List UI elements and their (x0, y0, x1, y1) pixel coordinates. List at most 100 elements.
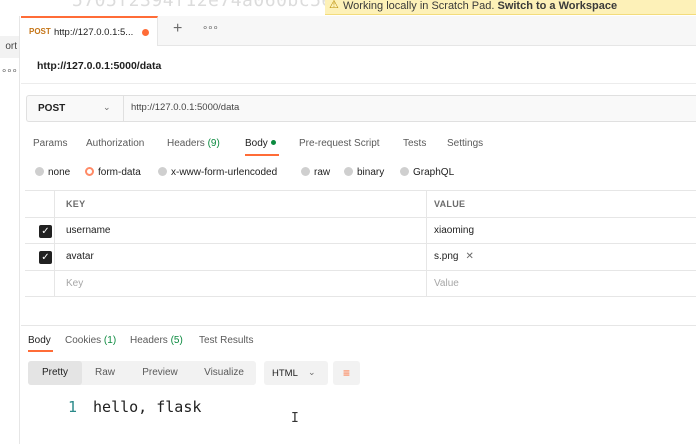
new-tab-plus-icon[interactable]: + (173, 20, 182, 38)
left-sidebar: ort ∘∘∘ (0, 16, 20, 444)
response-tab-body[interactable]: Body (28, 335, 51, 346)
headers-count: (9) (207, 138, 220, 149)
tab-params[interactable]: Params (33, 138, 67, 149)
column-header-key: KEY (56, 191, 427, 217)
form-data-table: KEY VALUE ✓ username xiaoming ✓ avatar s… (25, 190, 696, 297)
response-divider[interactable] (21, 325, 696, 326)
code-line: hello, flask (93, 398, 202, 416)
key-placeholder-input[interactable]: Key (56, 270, 427, 296)
radio-label: GraphQL (413, 167, 455, 178)
radio-none[interactable]: none (35, 167, 70, 178)
sidebar-label: ort (5, 41, 17, 52)
response-body-code[interactable]: 1 hello, flask (68, 398, 201, 416)
checkbox-checked-icon[interactable]: ✓ (39, 251, 52, 264)
tab-title: http://127.0.0.1:5... (54, 27, 134, 38)
row-check-cell: ✓ (25, 244, 55, 270)
radio-label: raw (314, 167, 331, 178)
switch-workspace-link[interactable]: Switch to a Workspace (497, 0, 617, 12)
remove-file-close-icon[interactable]: ✕ (465, 244, 473, 270)
sidebar-import-button[interactable]: ort (0, 36, 19, 58)
scratchpad-warning: ⚠ Working locally in Scratch Pad. Switch… (325, 0, 696, 15)
radio-circle-icon (35, 167, 44, 176)
view-raw-button[interactable]: Raw (82, 361, 128, 385)
radio-circle-icon (301, 167, 310, 176)
tab-label: Headers (130, 335, 168, 346)
format-value: HTML (272, 368, 298, 379)
response-tab-headers[interactable]: Headers (5) (130, 335, 183, 346)
url-bar: POST ⌄ (26, 95, 696, 122)
radio-graphql[interactable]: GraphQL (400, 167, 454, 178)
response-tab-cookies[interactable]: Cookies (1) (65, 335, 116, 346)
tab-settings[interactable]: Settings (447, 138, 483, 149)
table-row: ✓ username xiaoming (25, 217, 696, 244)
radio-circle-icon (344, 167, 353, 176)
unsaved-dot-icon[interactable] (142, 29, 149, 36)
tab-label: Params (33, 138, 68, 149)
tab-label: Settings (447, 138, 484, 149)
value-cell[interactable]: xiaoming (428, 218, 696, 244)
warning-text: Working locally in Scratch Pad. (343, 0, 495, 12)
table-row-empty: Key Value (25, 270, 696, 297)
radio-binary[interactable]: binary (344, 167, 384, 178)
radio-label: form-data (98, 167, 141, 178)
value-cell[interactable]: s.png ✕ (428, 244, 696, 270)
method-select[interactable]: POST ⌄ (27, 96, 124, 121)
radio-label: none (48, 167, 71, 178)
response-headers-count: (5) (170, 335, 183, 346)
column-header-value: VALUE (434, 199, 466, 209)
radio-raw[interactable]: raw (301, 167, 330, 178)
format-select[interactable]: HTML ⌄ (264, 361, 328, 385)
tab-label: Cookies (65, 335, 102, 346)
value-placeholder-input[interactable]: Value (428, 271, 696, 297)
tab-method: POST (29, 27, 51, 36)
tab-tests[interactable]: Tests (403, 138, 426, 149)
request-tab[interactable]: POST http://127.0.0.1:5... (21, 16, 158, 46)
radio-circle-icon (158, 167, 167, 176)
key-cell[interactable]: avatar (56, 244, 427, 270)
text-cursor-icon: I (291, 411, 299, 426)
row-check-cell: ✓ (25, 217, 55, 243)
checkbox-checked-icon[interactable]: ✓ (39, 224, 52, 238)
tab-body[interactable]: Body (245, 138, 276, 149)
tab-label: Headers (167, 138, 205, 149)
cookies-count: (1) (103, 335, 117, 346)
sidebar-more-icon[interactable]: ∘∘∘ (1, 66, 18, 77)
radio-circle-icon (400, 167, 409, 176)
body-indicator-dot-icon (270, 140, 276, 145)
view-preview-button[interactable]: Preview (128, 361, 192, 385)
wrap-lines-icon[interactable]: ≡ (333, 361, 360, 385)
radio-x-www-form-urlencoded[interactable]: x-www-form-urlencoded (158, 167, 277, 178)
view-pretty-button[interactable]: Pretty (28, 361, 82, 385)
response-tab-test-results[interactable]: Test Results (199, 335, 253, 346)
chevron-down-icon: ⌄ (308, 367, 316, 377)
tab-label: Test Results (199, 335, 254, 346)
top-banner: 5705f2394f12e74a060bc5e0bd162e954 ⚠ Work… (0, 0, 696, 16)
tab-headers[interactable]: Headers (9) (167, 138, 220, 149)
response-active-underline (28, 350, 53, 352)
tab-authorization[interactable]: Authorization (86, 138, 144, 149)
method-value: POST (38, 103, 66, 114)
divider (21, 83, 696, 84)
url-input[interactable] (131, 102, 531, 113)
request-tab-bar: POST http://127.0.0.1:5... + ∘∘∘ (21, 16, 696, 46)
key-cell[interactable]: username (56, 217, 427, 243)
view-mode-group: Pretty Raw Preview Visualize (28, 361, 256, 385)
view-visualize-button[interactable]: Visualize (192, 361, 256, 385)
chevron-down-icon: ⌄ (103, 102, 111, 112)
table-row: ✓ avatar s.png ✕ (25, 244, 696, 271)
tab-label: Body (245, 138, 268, 149)
file-chip: s.png (434, 251, 459, 262)
header-check-cell (25, 191, 55, 217)
request-title[interactable]: http://127.0.0.1:5000/data (37, 60, 161, 72)
radio-label: x-www-form-urlencoded (171, 167, 278, 178)
radio-form-data[interactable]: form-data (85, 167, 141, 178)
tab-more-icon[interactable]: ∘∘∘ (202, 23, 219, 34)
postman-window: 5705f2394f12e74a060bc5e0bd162e954 ⚠ Work… (0, 0, 696, 444)
radio-selected-icon (85, 167, 94, 176)
tab-label: Tests (403, 138, 427, 149)
tab-pre-request-script[interactable]: Pre-request Script (299, 138, 380, 149)
tab-label: Authorization (86, 138, 145, 149)
radio-label: binary (357, 167, 385, 178)
tab-label: Body (28, 335, 51, 346)
active-tab-underline (245, 154, 279, 156)
